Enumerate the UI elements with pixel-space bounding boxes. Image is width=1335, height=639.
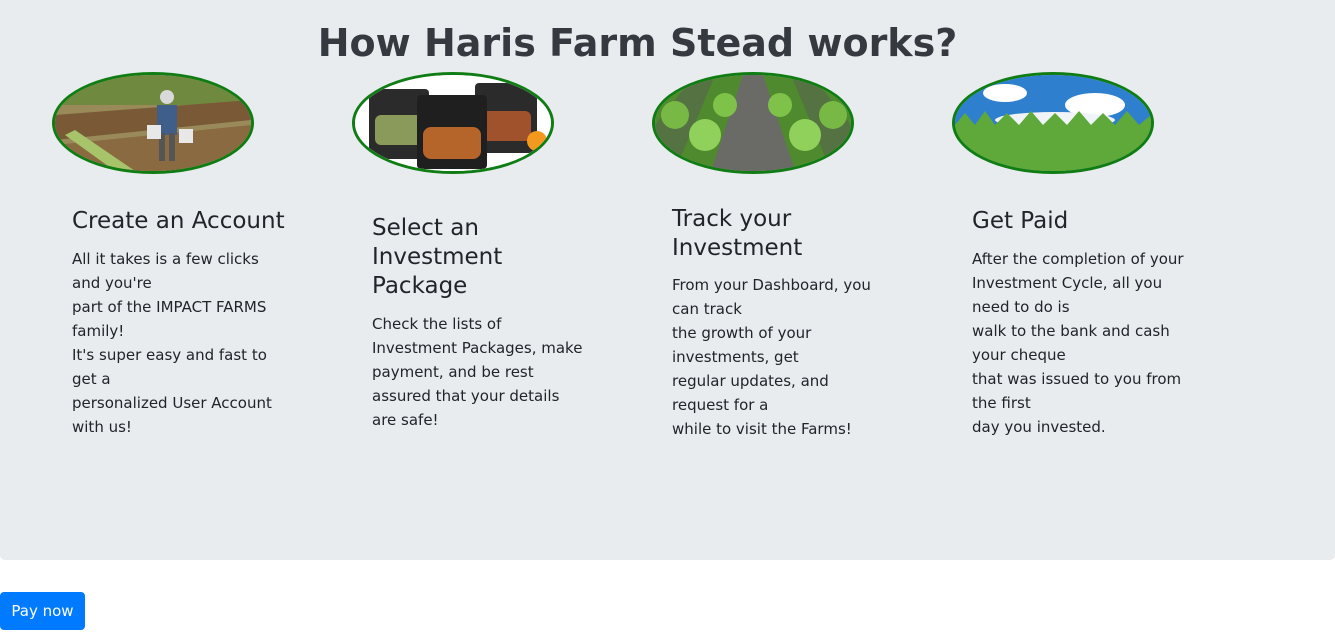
page-title: How Haris Farm Stead works? bbox=[317, 21, 958, 65]
step-description: Check the lists of Investment Packages, … bbox=[372, 315, 583, 429]
step-title: Select an Investment Package bbox=[372, 215, 503, 299]
step-title: Create an Account bbox=[72, 208, 285, 234]
step-title: Get Paid bbox=[972, 208, 1069, 234]
step-description: All it takes is a few clicks and you're … bbox=[72, 250, 272, 436]
crop-rows-image bbox=[652, 72, 854, 174]
how-it-works-panel: How Haris Farm Stead works? Create an Ac… bbox=[0, 0, 1335, 560]
cornfield-sky-image bbox=[952, 72, 1154, 174]
step-title: Track your Investment bbox=[672, 206, 803, 261]
step-description: After the completion of your Investment … bbox=[972, 250, 1184, 436]
pay-now-button[interactable]: Pay now bbox=[0, 592, 85, 630]
step-description: From your Dashboard, you can track the g… bbox=[672, 276, 871, 438]
farmer-watering-image bbox=[52, 72, 254, 174]
food-packages-image bbox=[352, 72, 554, 174]
